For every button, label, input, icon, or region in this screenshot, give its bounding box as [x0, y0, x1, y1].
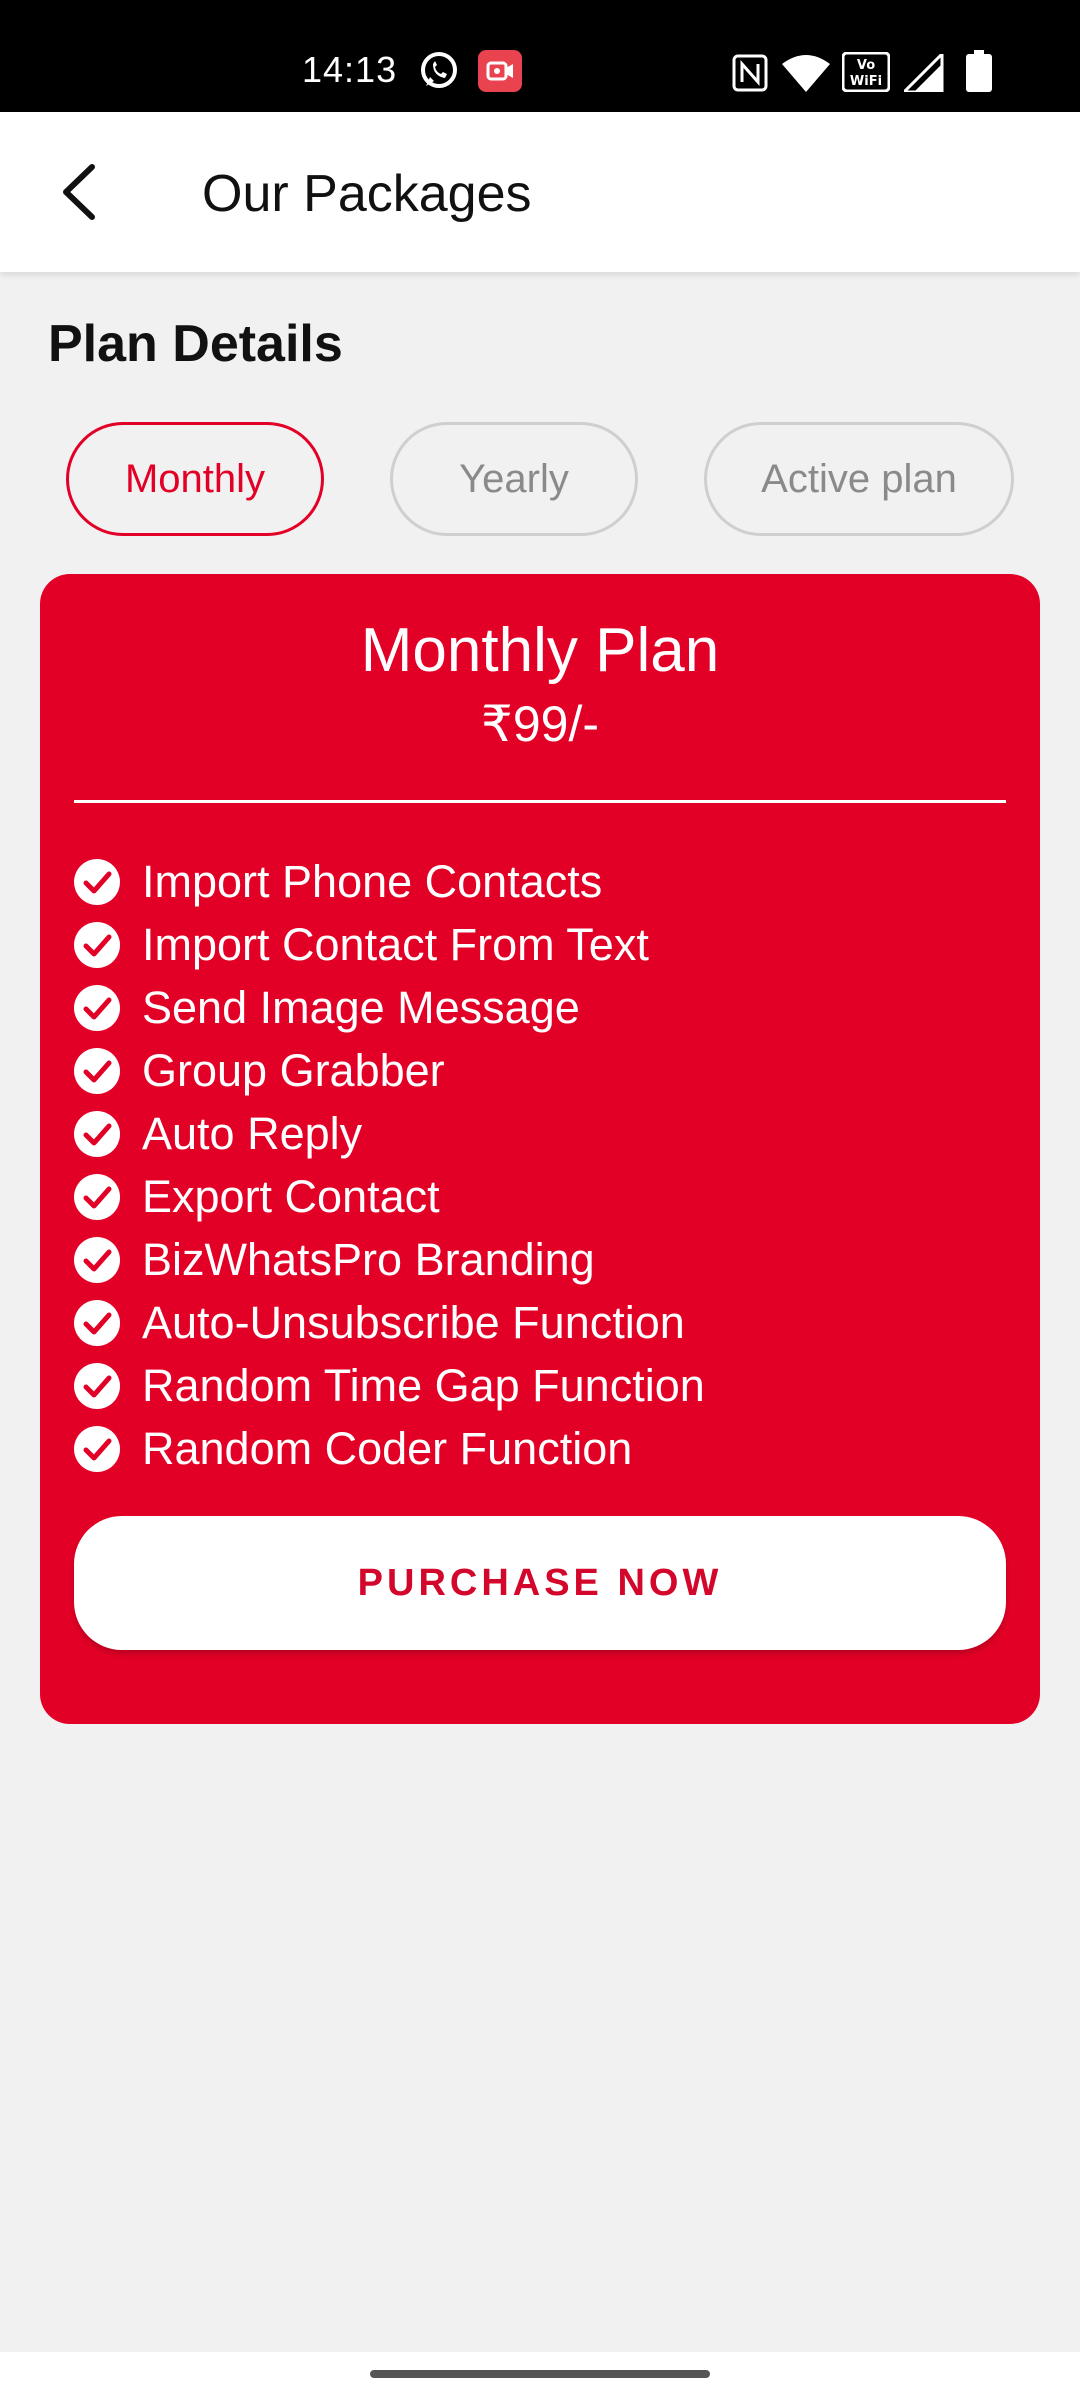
- feature-label: Auto-Unsubscribe Function: [142, 1297, 685, 1348]
- feature-item: Group Grabber: [74, 1039, 1014, 1102]
- feature-item: Auto Reply: [74, 1102, 1014, 1165]
- feature-label: Import Phone Contacts: [142, 856, 603, 907]
- svg-text:WiFi: WiFi: [850, 74, 882, 89]
- plan-card: Monthly Plan ₹99/- Import Phone Contacts…: [40, 574, 1040, 1724]
- feature-label: Send Image Message: [142, 982, 580, 1033]
- divider: [74, 800, 1006, 803]
- check-circle-icon: [74, 1047, 120, 1094]
- feature-list: Import Phone Contacts Import Contact Fro…: [74, 850, 1014, 1480]
- check-circle-icon: [74, 1362, 120, 1409]
- status-bar: 14:13 Vo WiFi: [0, 0, 1080, 112]
- vowifi-icon: Vo WiFi: [842, 52, 890, 92]
- feature-label: Random Time Gap Function: [142, 1360, 705, 1411]
- feature-item: Random Time Gap Function: [74, 1354, 1014, 1417]
- tab-label: Active plan: [761, 456, 957, 501]
- whatsapp-icon: [421, 52, 457, 88]
- section-title: Plan Details: [48, 315, 343, 373]
- feature-item: Import Phone Contacts: [74, 850, 1014, 913]
- tab-active-plan[interactable]: Active plan: [704, 422, 1014, 536]
- purchase-now-button[interactable]: PURCHASE NOW: [74, 1516, 1006, 1650]
- plan-title: Monthly Plan: [360, 616, 720, 685]
- feature-item: Auto-Unsubscribe Function: [74, 1291, 1014, 1354]
- feature-label: Auto Reply: [142, 1108, 363, 1159]
- plan-price: ₹99/-: [481, 696, 599, 752]
- arrow-back-icon: [63, 164, 95, 220]
- feature-label: Export Contact: [142, 1171, 440, 1222]
- svg-text:Vo: Vo: [857, 58, 875, 73]
- back-button[interactable]: [40, 152, 120, 232]
- tab-label: Yearly: [459, 456, 569, 501]
- page-title: Our Packages: [202, 165, 532, 223]
- check-circle-icon: [74, 921, 120, 968]
- tab-yearly[interactable]: Yearly: [390, 422, 638, 536]
- app-bar: Our Packages: [0, 112, 1080, 272]
- check-circle-icon: [74, 1299, 120, 1346]
- check-circle-icon: [74, 1110, 120, 1157]
- feature-label: Random Coder Function: [142, 1423, 633, 1474]
- status-time: 14:13: [302, 49, 398, 90]
- check-circle-icon: [74, 858, 120, 905]
- feature-label: Group Grabber: [142, 1045, 445, 1096]
- feature-item: BizWhatsPro Branding: [74, 1228, 1014, 1291]
- wifi-icon: [782, 55, 830, 92]
- home-indicator[interactable]: [370, 2370, 710, 2378]
- tab-monthly[interactable]: Monthly: [66, 422, 324, 536]
- feature-label: BizWhatsPro Branding: [142, 1234, 595, 1285]
- tab-label: Monthly: [124, 456, 266, 501]
- check-circle-icon: [74, 1236, 120, 1283]
- feature-item: Export Contact: [74, 1165, 1014, 1228]
- check-circle-icon: [74, 1425, 120, 1472]
- signal-icon: [904, 54, 944, 92]
- feature-item: Send Image Message: [74, 976, 1014, 1039]
- feature-item: Random Coder Function: [74, 1417, 1014, 1480]
- screen-record-icon: [478, 50, 522, 92]
- battery-icon: [966, 50, 992, 92]
- check-circle-icon: [74, 984, 120, 1031]
- nfc-icon: [732, 54, 768, 92]
- feature-label: Import Contact From Text: [142, 919, 649, 970]
- check-circle-icon: [74, 1173, 120, 1220]
- feature-item: Import Contact From Text: [74, 913, 1014, 976]
